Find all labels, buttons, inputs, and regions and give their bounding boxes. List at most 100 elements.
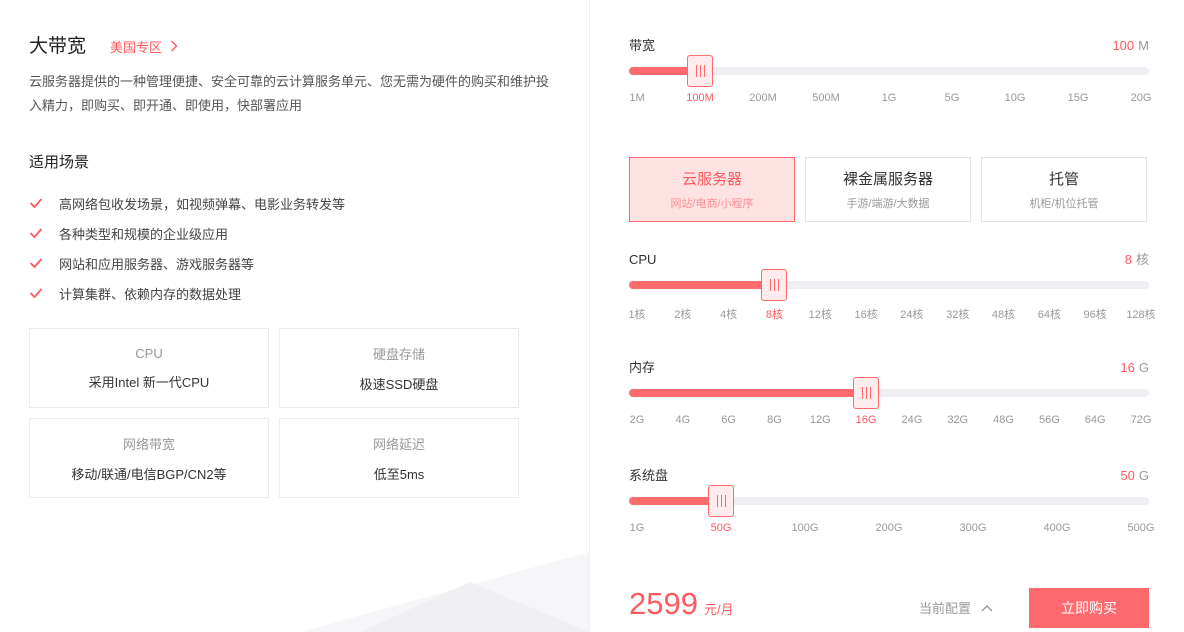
scenario-text: 各种类型和规模的企业级应用 [59, 226, 229, 242]
memory-tick[interactable]: 48G [993, 414, 1014, 426]
disk-slider-track[interactable] [629, 485, 1149, 517]
cpu-slider-handle[interactable] [761, 269, 788, 301]
cpu-tick[interactable]: 4核 [720, 306, 737, 322]
slider-header: 带宽 100 M [629, 35, 1149, 55]
disk-tick[interactable]: 1G [630, 522, 645, 534]
cpu-tick[interactable]: 16核 [854, 306, 877, 322]
memory-slider-track[interactable] [629, 377, 1149, 409]
bandwidth-slider-handle[interactable] [687, 55, 713, 87]
scenario-text: 计算集群、依赖内存的数据处理 [59, 286, 242, 302]
memory-tick[interactable]: 72G [1131, 414, 1152, 426]
scenario-text: 高网络包收发场景，如视频弹幕、电影业务转发等 [59, 196, 346, 212]
memory-tick[interactable]: 24G [902, 414, 923, 426]
disk-tick[interactable]: 500G [1128, 522, 1155, 534]
type-bare-metal[interactable]: 裸金属服务器 手游/端游/大数据 [805, 157, 971, 222]
check-icon [29, 288, 43, 299]
bandwidth-tick[interactable]: 15G [1068, 92, 1089, 104]
scenario-text: 网站和应用服务器、游戏服务器等 [59, 256, 255, 272]
type-hosting[interactable]: 托管 机柜/机位托管 [981, 157, 1147, 222]
cpu-slider-fill [629, 281, 775, 289]
cpu-value-unit: 核 [1135, 252, 1149, 267]
memory-tick[interactable]: 2G [630, 414, 645, 426]
cpu-slider-block: CPU 8核 1核 2核 4核 8核 12核 16核 24核 32核 48核 64核 96核 128核 [628, 249, 1155, 322]
disk-value: 50 G [1120, 468, 1149, 483]
disk-value-unit: G [1138, 468, 1149, 483]
background-decoration [300, 552, 589, 632]
product-info-panel: 大带宽 美国专区 云服务器提供的一种管理便捷、安全可靠的云计算服务单元、您无需为… [0, 0, 589, 632]
memory-tick[interactable]: 64G [1085, 414, 1106, 426]
disk-tick[interactable]: 200G [876, 522, 903, 534]
disk-tick[interactable]: 300G [960, 522, 987, 534]
memory-tick[interactable]: 56G [1039, 414, 1060, 426]
current-config-label: 当前配置 [919, 601, 972, 616]
type-cloud-server[interactable]: 云服务器 网站/电商/小程序 [629, 157, 795, 222]
cpu-label: CPU [629, 252, 657, 267]
current-config-toggle[interactable]: 当前配置 [919, 598, 993, 617]
check-icon [29, 258, 43, 269]
bandwidth-value-number: 100 [1112, 38, 1135, 53]
type-name: 裸金属服务器 [842, 171, 933, 188]
disk-slider-handle[interactable] [708, 485, 734, 517]
bandwidth-slider-track[interactable] [629, 55, 1149, 87]
disk-tick[interactable]: 400G [1044, 522, 1071, 534]
purchase-bar: 2599 元/月 当前配置 立即购买 [629, 586, 1149, 628]
memory-tick[interactable]: 6G [721, 414, 736, 426]
bandwidth-tick[interactable]: 1M [629, 92, 644, 104]
cpu-tick[interactable]: 32核 [946, 306, 969, 322]
disk-tick[interactable]: 100G [792, 522, 819, 534]
spec-value: 采用Intel 新一代CPU [88, 374, 210, 390]
bandwidth-tick[interactable]: 10G [1005, 92, 1026, 104]
cpu-value-number: 8 [1124, 252, 1132, 267]
bandwidth-tick[interactable]: 20G [1131, 92, 1152, 104]
region-link-label: 美国专区 [110, 40, 163, 55]
cpu-tick[interactable]: 2核 [674, 306, 691, 322]
disk-slider-block: 系统盘 50 G 1G 50G 100G 200G 300G 400G 500G [629, 465, 1155, 538]
cpu-tick[interactable]: 1核 [628, 306, 645, 322]
bandwidth-tick[interactable]: 200M [749, 92, 777, 104]
buy-now-button[interactable]: 立即购买 [1029, 588, 1149, 628]
bandwidth-tick[interactable]: 500M [812, 92, 840, 104]
type-desc: 网站/电商/小程序 [670, 198, 754, 210]
slider-header: CPU 8核 [629, 249, 1149, 269]
memory-tick[interactable]: 32G [947, 414, 968, 426]
bandwidth-tick[interactable]: 100M [686, 92, 714, 104]
bandwidth-tick[interactable]: 1G [882, 92, 897, 104]
disk-tick[interactable]: 50G [711, 522, 732, 534]
scenarios-title: 适用场景 [29, 154, 90, 171]
cpu-tick[interactable]: 48核 [992, 306, 1015, 322]
list-item: 计算集群、依赖内存的数据处理 [29, 278, 345, 308]
cpu-tick[interactable]: 12核 [809, 306, 832, 322]
memory-tick[interactable]: 16G [856, 414, 877, 426]
memory-tick[interactable]: 4G [675, 414, 690, 426]
disk-label: 系统盘 [629, 468, 669, 483]
cpu-tick[interactable]: 64核 [1038, 306, 1061, 322]
memory-slider-fill [629, 389, 867, 397]
memory-slider-block: 内存 16 G 2G 4G 6G 8G 12G 16G 24G 32G 48G 56G 64G 72G [629, 357, 1152, 430]
cpu-tick[interactable]: 24核 [900, 306, 923, 322]
spec-card-storage: 硬盘存储 极速SSD硬盘 [279, 328, 519, 408]
cpu-ticks: 1核 2核 4核 8核 12核 16核 24核 32核 48核 64核 96核 128核 [628, 306, 1155, 322]
memory-tick[interactable]: 12G [810, 414, 831, 426]
type-name: 云服务器 [681, 171, 742, 188]
memory-tick[interactable]: 8G [767, 414, 782, 426]
cpu-tick[interactable]: 96核 [1084, 306, 1107, 322]
cpu-tick[interactable]: 128核 [1126, 306, 1155, 322]
slider-header: 系统盘 50 G [629, 465, 1149, 485]
server-type-selector: 云服务器 网站/电商/小程序 裸金属服务器 手游/端游/大数据 托管 机柜/机位… [629, 157, 1147, 222]
spec-card-cpu: CPU 采用Intel 新一代CPU [29, 328, 269, 408]
region-link[interactable]: 美国专区 [110, 37, 178, 56]
list-item: 高网络包收发场景，如视频弹幕、电影业务转发等 [29, 188, 345, 218]
spec-key: 网络带宽 [122, 436, 175, 452]
bandwidth-tick[interactable]: 5G [945, 92, 960, 104]
type-desc: 手游/端游/大数据 [846, 198, 930, 210]
memory-slider-handle[interactable] [853, 377, 880, 409]
cpu-tick[interactable]: 8核 [766, 306, 783, 322]
spec-value: 移动/联通/电信BGP/CN2等 [71, 466, 227, 482]
list-item: 各种类型和规模的企业级应用 [29, 218, 345, 248]
check-icon [29, 228, 43, 239]
memory-value: 16 G [1120, 360, 1149, 375]
cpu-slider-track[interactable] [629, 269, 1149, 301]
scenario-list: 高网络包收发场景，如视频弹幕、电影业务转发等 各种类型和规模的企业级应用 网站和… [29, 188, 345, 308]
bandwidth-ticks: 1M 100M 200M 500M 1G 5G 10G 15G 20G [629, 92, 1152, 108]
disk-ticks: 1G 50G 100G 200G 300G 400G 500G [629, 522, 1155, 538]
